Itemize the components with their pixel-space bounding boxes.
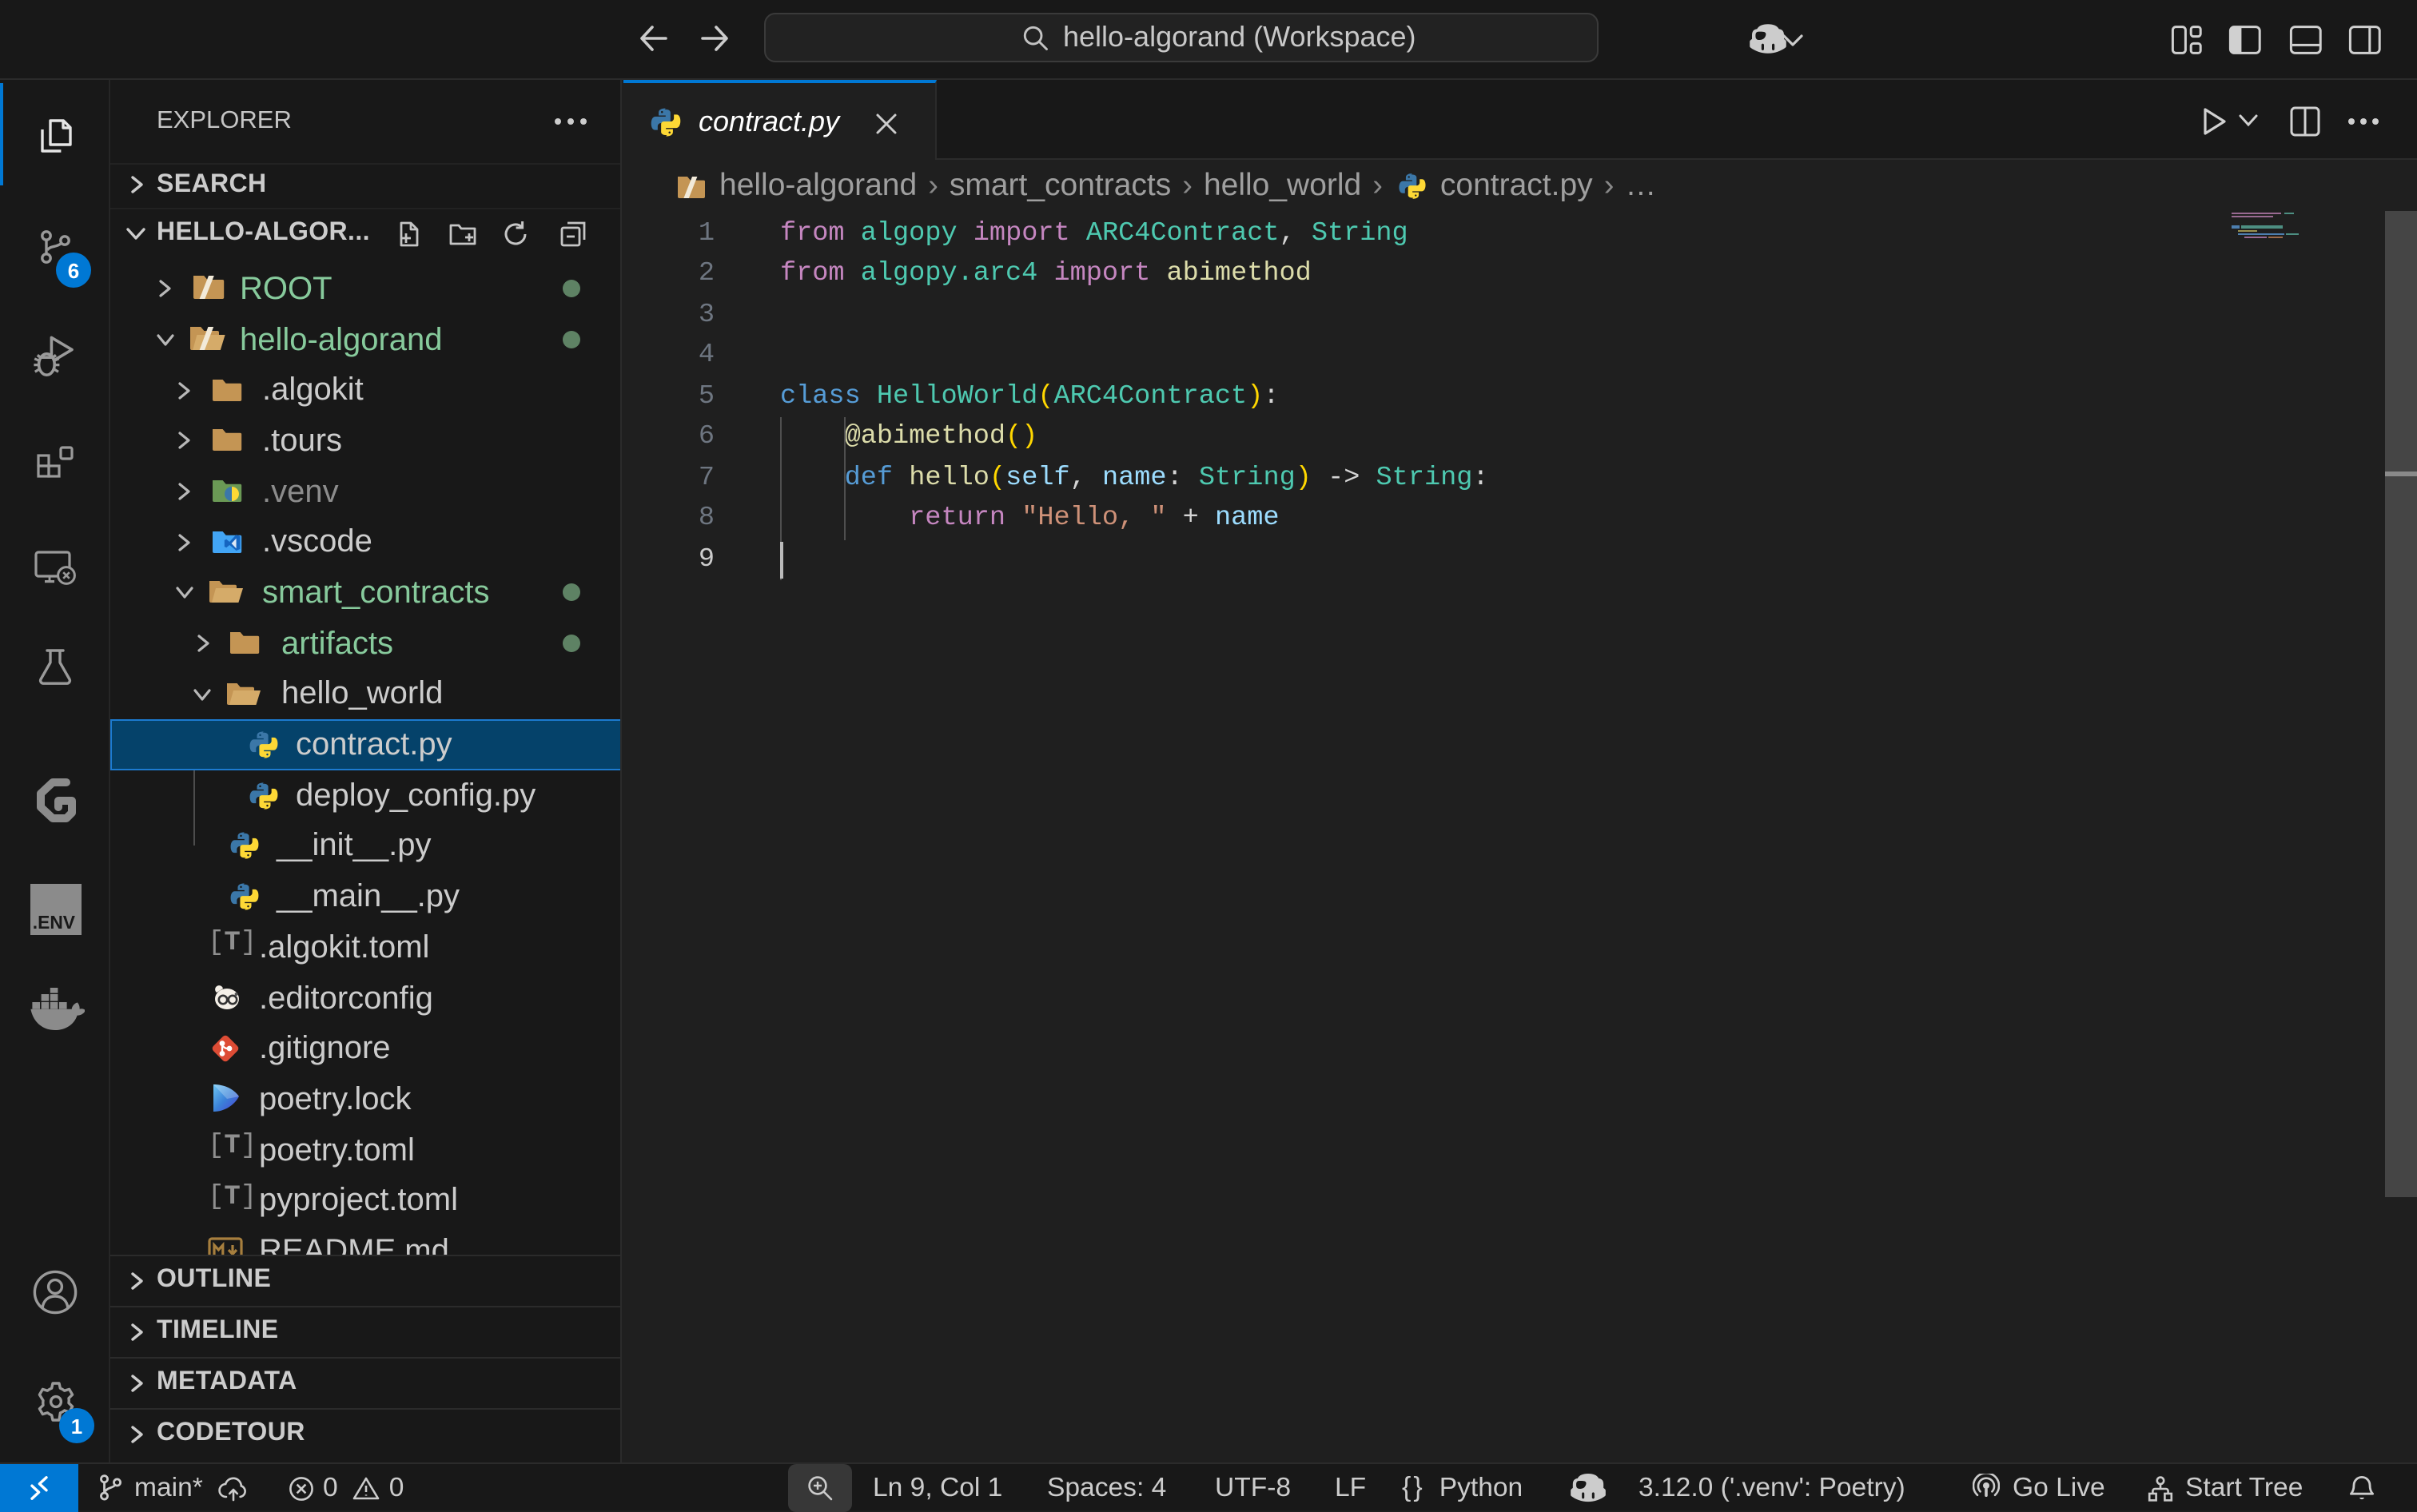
svg-text:.ENV: .ENV	[32, 912, 75, 933]
